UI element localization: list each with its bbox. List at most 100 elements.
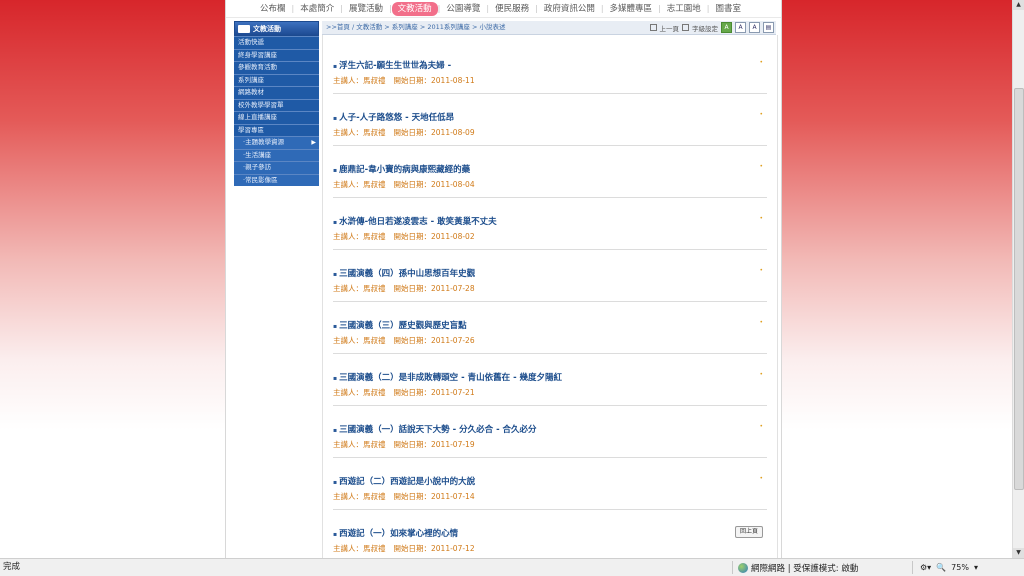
lecture-title-link[interactable]: 西遊記（一）如來掌心裡的心情 [333,527,458,539]
dot-icon: • [759,267,763,274]
protected-mode-icon[interactable]: ⚙▾ [920,563,931,572]
status-text: 完成 [3,562,21,572]
dot-icon: • [759,319,763,326]
speaker: 主講人：馬叔禮 [333,544,386,553]
dot-icon: • [759,59,763,66]
security-zone-label: 網際網路 | 受保護模式: 啟動 [751,563,859,574]
lecture-meta: 主講人：馬叔禮 開始日期：2011-07-21 [333,387,475,398]
scrollbar-thumb[interactable] [1014,88,1024,490]
sidebar-item-visit-education[interactable]: 參觀教育活動 [234,61,319,74]
nav-item-multimedia[interactable]: 多媒體專區 [604,2,659,16]
speaker: 主講人：馬叔禮 [333,440,386,449]
menu-icon [238,24,250,33]
lecture-title-link[interactable]: 三國演義（四）孫中山思想百年史觀 [333,267,475,279]
font-large-button[interactable]: A [749,22,760,33]
browser-status-bar: 完成 網際網路 | 受保護模式: 啟動 ⚙▾ 🔍 75% ▾ [0,558,1024,576]
dot-icon: • [759,111,763,118]
lecture-meta: 主講人：馬叔禮 開始日期：2011-07-12 [333,543,475,554]
breadcrumb[interactable]: >>首頁 / 文教活動 > 系列講座 > 2011系列講座 > 小說表述 [326,21,506,34]
dot-icon: • [759,215,763,222]
lecture-meta: 主講人：馬叔禮 開始日期：2011-08-02 [333,231,475,242]
nav-item-services[interactable]: 便民服務 [489,2,535,16]
start-date: 開始日期：2011-08-02 [393,232,475,241]
vertical-scrollbar[interactable]: ▲ ▼ [1012,0,1024,558]
lecture-title-link[interactable]: 西遊記（二）西遊記是小說中的大說 [333,475,475,487]
zoom-level[interactable]: 75% [951,563,969,572]
sidebar-subitem-family-visits[interactable]: ‧親子參訪 [234,161,319,174]
sidebar-item-learning-zone[interactable]: 學習專區 [234,123,319,136]
lecture-list: 浮生六記-願生生世世為夫婦 - • 主講人：馬叔禮開始日期：2011-08-11… [322,35,778,558]
list-item: 三國演義（二）是非成敗轉頭空 - 青山依舊在 - 幾度夕陽紅 • 主講人：馬叔禮… [333,371,767,406]
nav-item-education[interactable]: 文教活動 [391,1,438,16]
start-date: 開始日期：2011-08-11 [393,76,475,85]
chevron-down-icon[interactable]: ▾ [974,563,978,572]
nav-item-bulletin[interactable]: 公布欄 [254,2,292,16]
list-item: 人子-人子路悠悠 - 天地任低昂 • 主講人：馬叔禮開始日期：2011-08-0… [333,111,767,146]
nav-divider [226,17,781,18]
list-item: 西遊記（一）如來掌心裡的心情 回上頁 主講人：馬叔禮開始日期：2011-07-1… [333,526,767,555]
start-date: 開始日期：2011-07-26 [393,336,475,345]
nav-item-gov-info[interactable]: 政府資訊公開 [538,2,601,16]
list-item: 西遊記（二）西遊記是小說中的大說 • 主講人：馬叔禮開始日期：2011-07-1… [333,475,767,510]
grid-icon [649,24,657,31]
lecture-title-link[interactable]: 三國演義（三）歷史觀與歷史盲點 [333,319,467,331]
start-date: 開始日期：2011-07-19 [393,440,475,449]
dot-icon: • [759,423,763,430]
nav-item-exhibitions[interactable]: 展覽活動 [343,2,389,16]
prev-page-link[interactable]: 上一頁 [660,23,680,33]
scroll-up-icon[interactable]: ▲ [1013,0,1024,10]
lecture-meta: 主講人：馬叔禮 開始日期：2011-08-09 [333,127,475,138]
font-small-button[interactable]: A [721,22,732,33]
print-icon[interactable]: ▤ [763,22,774,33]
sidebar-subitem-life-lectures[interactable]: ‧生活講座 [234,148,319,161]
lecture-meta: 主講人：馬叔禮 開始日期：2011-07-19 [333,439,475,450]
status-divider [912,561,913,574]
list-item: 三國演義（三）歷史觀與歷史盲點 • 主講人：馬叔禮開始日期：2011-07-26 [333,319,767,354]
speaker: 主講人：馬叔禮 [333,492,386,501]
sidebar-item-activity-express[interactable]: 活動快遞 [234,36,319,49]
start-date: 開始日期：2011-07-28 [393,284,475,293]
lecture-meta: 主講人：馬叔禮 開始日期：2011-07-14 [333,491,475,502]
lecture-meta: 主講人：馬叔禮 開始日期：2011-08-11 [333,75,475,86]
speaker: 主講人：馬叔禮 [333,180,386,189]
start-date: 開始日期：2011-08-04 [393,180,475,189]
lecture-title-link[interactable]: 三國演義（二）是非成敗轉頭空 - 青山依舊在 - 幾度夕陽紅 [333,371,562,383]
status-tools: ⚙▾ 🔍 75% ▾ [920,559,978,576]
status-divider [732,561,733,574]
start-date: 開始日期：2011-07-14 [393,492,475,501]
list-item: 三國演義（四）孫中山思想百年史觀 • 主講人：馬叔禮開始日期：2011-07-2… [333,267,767,302]
sidebar-subitem-label: ‧主題教學資源 [243,138,285,146]
dot-icon: • [759,163,763,170]
lecture-title-link[interactable]: 水滸傳-他日若遂凌雲志 - 敢笑黃巢不丈夫 [333,215,496,227]
start-date: 開始日期：2011-08-09 [393,128,475,137]
scroll-down-icon[interactable]: ▼ [1013,548,1024,558]
grid-icon [682,24,689,31]
speaker: 主講人：馬叔禮 [333,388,386,397]
nav-item-park-guide[interactable]: 公園導覽 [440,2,486,16]
lecture-title-link[interactable]: 三國演義（一）話說天下大勢 - 分久必合 - 合久必分 [333,423,536,435]
sidebar-header-label: 文教活動 [253,24,281,33]
sidebar-item-live-lectures[interactable]: 線上直播講座 [234,111,319,124]
security-zone[interactable]: 網際網路 | 受保護模式: 啟動 [738,559,858,576]
sidebar-item-worksheets[interactable]: 校外教學學習單 [234,98,319,111]
lecture-title-link[interactable]: 鹿鼎記-韋小寶的病與康熙藏經的藥 [333,163,470,175]
breadcrumb-bar: >>首頁 / 文教活動 > 系列講座 > 2011系列講座 > 小說表述 上一頁… [322,21,776,35]
nav-item-volunteer[interactable]: 志工園地 [661,2,707,16]
speaker: 主講人：馬叔禮 [333,128,386,137]
sidebar-item-series-lectures[interactable]: 系列講座 [234,73,319,86]
top-navigation: 公布欄 | 本處簡介 | 展覽活動 | 文教活動 | 公園導覽 | 便民服務 | 政府資訊公… [254,0,747,17]
zoom-icon[interactable]: 🔍 [936,563,946,572]
dot-icon: • [759,475,763,482]
lecture-title-link[interactable]: 人子-人子路悠悠 - 天地任低昂 [333,111,454,123]
sidebar-subitem-folk-images[interactable]: ‧常民影像區 [234,173,319,186]
back-button[interactable]: 回上頁 [735,526,763,538]
sidebar-subitem-teaching-resources[interactable]: ‧主題教學資源 ▶ [234,136,319,149]
nav-item-library[interactable]: 圖書室 [709,2,747,16]
sidebar-item-lifelong-lectures[interactable]: 終身學習講座 [234,48,319,61]
sidebar-item-online-materials[interactable]: 網路教材 [234,86,319,99]
font-medium-button[interactable]: A [735,22,746,33]
start-date: 開始日期：2011-07-12 [393,544,475,553]
nav-item-about[interactable]: 本處簡介 [294,2,340,16]
start-date: 開始日期：2011-07-21 [393,388,475,397]
lecture-title-link[interactable]: 浮生六記-願生生世世為夫婦 - [333,59,451,71]
